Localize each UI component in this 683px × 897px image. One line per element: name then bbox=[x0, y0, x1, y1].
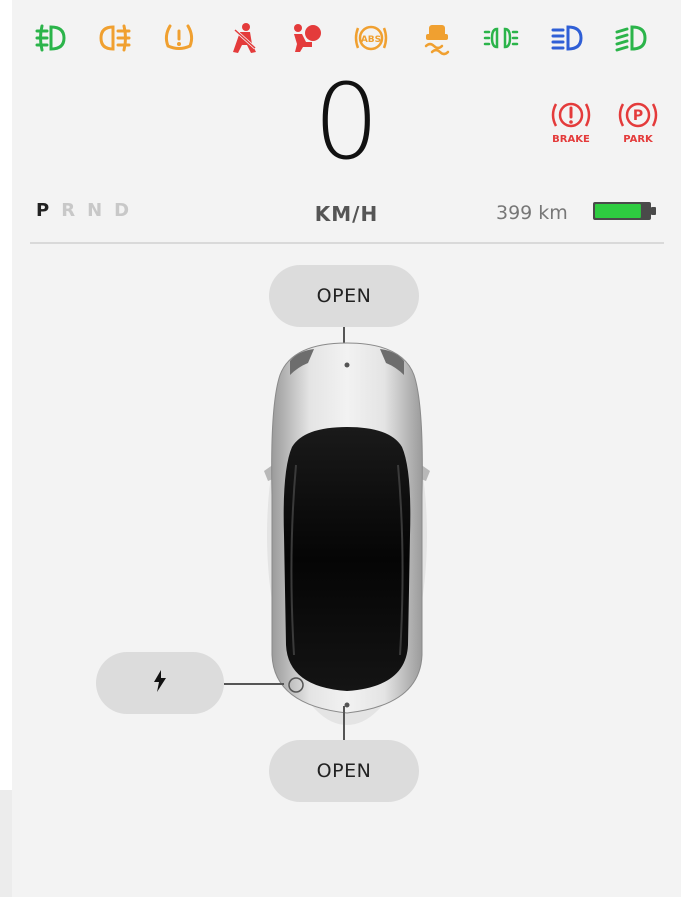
gear-neutral: N bbox=[87, 200, 103, 221]
high-beam-icon bbox=[550, 22, 584, 54]
trunk-connector-line bbox=[343, 706, 345, 740]
traction-control-icon bbox=[420, 22, 454, 56]
parking-brake-icon: P PARK bbox=[616, 98, 660, 150]
lightning-bolt-icon bbox=[152, 669, 168, 698]
charge-port-connector-line bbox=[224, 683, 284, 685]
open-trunk-button[interactable]: OPEN bbox=[269, 740, 419, 802]
seatbelt-warning-icon bbox=[226, 22, 260, 54]
airbag-warning-icon bbox=[288, 22, 322, 54]
gear-drive: D bbox=[114, 200, 130, 221]
park-label: PARK bbox=[623, 134, 653, 145]
gear-reverse: R bbox=[61, 200, 76, 221]
open-frunk-button[interactable]: OPEN bbox=[269, 265, 419, 327]
instrument-cluster: ABS 0 KM/H BRAKE P PARK P R N D 399 km O… bbox=[12, 0, 681, 897]
front-fog-light-icon bbox=[34, 22, 68, 54]
tire-pressure-warning-icon bbox=[162, 22, 196, 54]
car-top-view bbox=[252, 335, 442, 725]
divider bbox=[30, 242, 664, 244]
gear-park: P bbox=[36, 200, 50, 221]
abs-warning-icon: ABS bbox=[354, 22, 388, 54]
screen-edge bbox=[0, 790, 12, 897]
brake-label: BRAKE bbox=[552, 134, 590, 145]
brake-warning-icon: BRAKE bbox=[549, 98, 593, 150]
gear-selector: PRND bbox=[36, 200, 141, 221]
rear-fog-light-icon bbox=[98, 22, 132, 54]
charge-port-button[interactable] bbox=[96, 652, 224, 714]
svg-text:ABS: ABS bbox=[361, 35, 381, 45]
battery-icon bbox=[592, 200, 658, 222]
low-beam-icon bbox=[614, 22, 648, 54]
parking-lights-icon bbox=[483, 22, 519, 54]
range-readout: 399 km bbox=[496, 202, 568, 224]
svg-text:P: P bbox=[633, 108, 643, 124]
